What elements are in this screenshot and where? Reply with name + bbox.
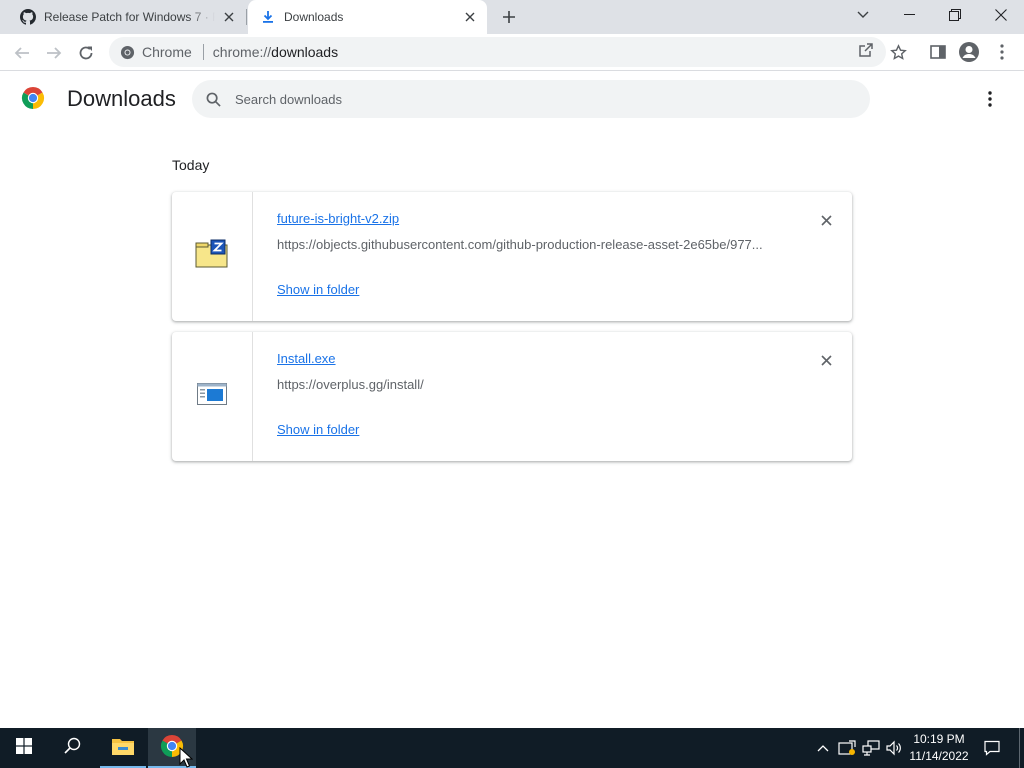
browser-toolbar: Chrome chrome://downloads — [0, 34, 1024, 71]
network-tray-icon[interactable] — [861, 738, 881, 758]
close-tab-icon[interactable] — [462, 9, 478, 25]
url-text: chrome://downloads — [212, 44, 339, 60]
tab-separator — [246, 9, 247, 25]
show-in-folder-link[interactable]: Show in folder — [277, 282, 359, 297]
bookmark-star-icon[interactable] — [886, 40, 910, 64]
profile-avatar-icon[interactable] — [957, 40, 981, 64]
file-explorer-icon — [111, 736, 135, 761]
search-downloads-box[interactable] — [192, 80, 870, 118]
reload-button[interactable] — [74, 41, 98, 65]
forward-button[interactable] — [42, 41, 66, 65]
file-name-link[interactable]: future-is-bright-v2.zip — [277, 211, 399, 226]
show-in-folder-link[interactable]: Show in folder — [277, 422, 359, 437]
minimize-button[interactable] — [886, 0, 932, 30]
exe-file-icon — [197, 383, 227, 410]
restore-button[interactable] — [932, 0, 978, 30]
volume-tray-icon[interactable] — [884, 738, 904, 758]
chrome-menu-icon[interactable] — [990, 40, 1014, 64]
chrome-taskbar-button[interactable] — [148, 728, 196, 768]
side-panel-icon[interactable] — [926, 40, 950, 64]
chrome-icon — [119, 44, 135, 60]
file-icon-column — [172, 192, 253, 321]
tab-downloads[interactable]: Downloads — [248, 0, 487, 34]
file-explorer-button[interactable] — [100, 728, 146, 768]
windows-logo-icon — [16, 737, 32, 759]
chrome-icon — [160, 734, 184, 763]
download-item: Install.exe https://overplus.gg/install/… — [172, 332, 852, 461]
tab-title: Downloads — [284, 10, 344, 24]
search-icon — [63, 737, 81, 759]
show-desktop-button[interactable] — [1019, 728, 1024, 768]
chrome-chip-label: Chrome — [142, 44, 192, 60]
close-tab-icon[interactable] — [221, 9, 237, 25]
more-actions-icon[interactable] — [980, 88, 1000, 110]
file-icon-column — [172, 332, 253, 461]
close-window-button[interactable] — [978, 0, 1024, 30]
clock-time: 10:19 PM — [913, 732, 965, 746]
omnibox-divider — [202, 44, 204, 60]
zip-file-icon — [195, 239, 229, 274]
page-title: Downloads — [67, 86, 176, 111]
new-tab-button[interactable] — [500, 8, 518, 26]
search-taskbar-button[interactable] — [48, 728, 96, 768]
security-tray-icon[interactable] — [837, 738, 857, 758]
tab-title: Release Patch for Windows 7 · Rc — [44, 10, 215, 24]
date-header: Today — [172, 157, 210, 173]
taskbar-clock[interactable]: 10:19 PM 11/14/2022 — [906, 731, 972, 765]
clock-date: 11/14/2022 — [909, 749, 969, 763]
show-hidden-icons-chevron-icon[interactable] — [813, 738, 833, 758]
remove-download-icon[interactable] — [817, 211, 835, 229]
download-item: future-is-bright-v2.zip https://objects.… — [172, 192, 852, 321]
github-icon — [20, 9, 36, 25]
tab-release-patch[interactable]: Release Patch for Windows 7 · Rc — [8, 0, 246, 34]
tab-strip: Release Patch for Windows 7 · Rc Downloa… — [0, 0, 1024, 34]
search-icon — [204, 90, 222, 108]
share-icon[interactable] — [857, 41, 875, 59]
download-icon — [260, 9, 276, 25]
file-source-url: https://overplus.gg/install/ — [277, 377, 424, 392]
file-name-link[interactable]: Install.exe — [277, 351, 336, 366]
address-bar[interactable]: Chrome chrome://downloads — [109, 37, 886, 67]
search-input[interactable] — [235, 91, 835, 107]
start-button[interactable] — [0, 728, 48, 768]
remove-download-icon[interactable] — [817, 351, 835, 369]
chrome-logo-icon — [21, 86, 45, 110]
back-button[interactable] — [10, 41, 34, 65]
tab-search-chevron-icon[interactable] — [840, 0, 886, 30]
action-center-icon[interactable] — [980, 728, 1004, 768]
file-source-url: https://objects.githubusercontent.com/gi… — [277, 237, 763, 252]
